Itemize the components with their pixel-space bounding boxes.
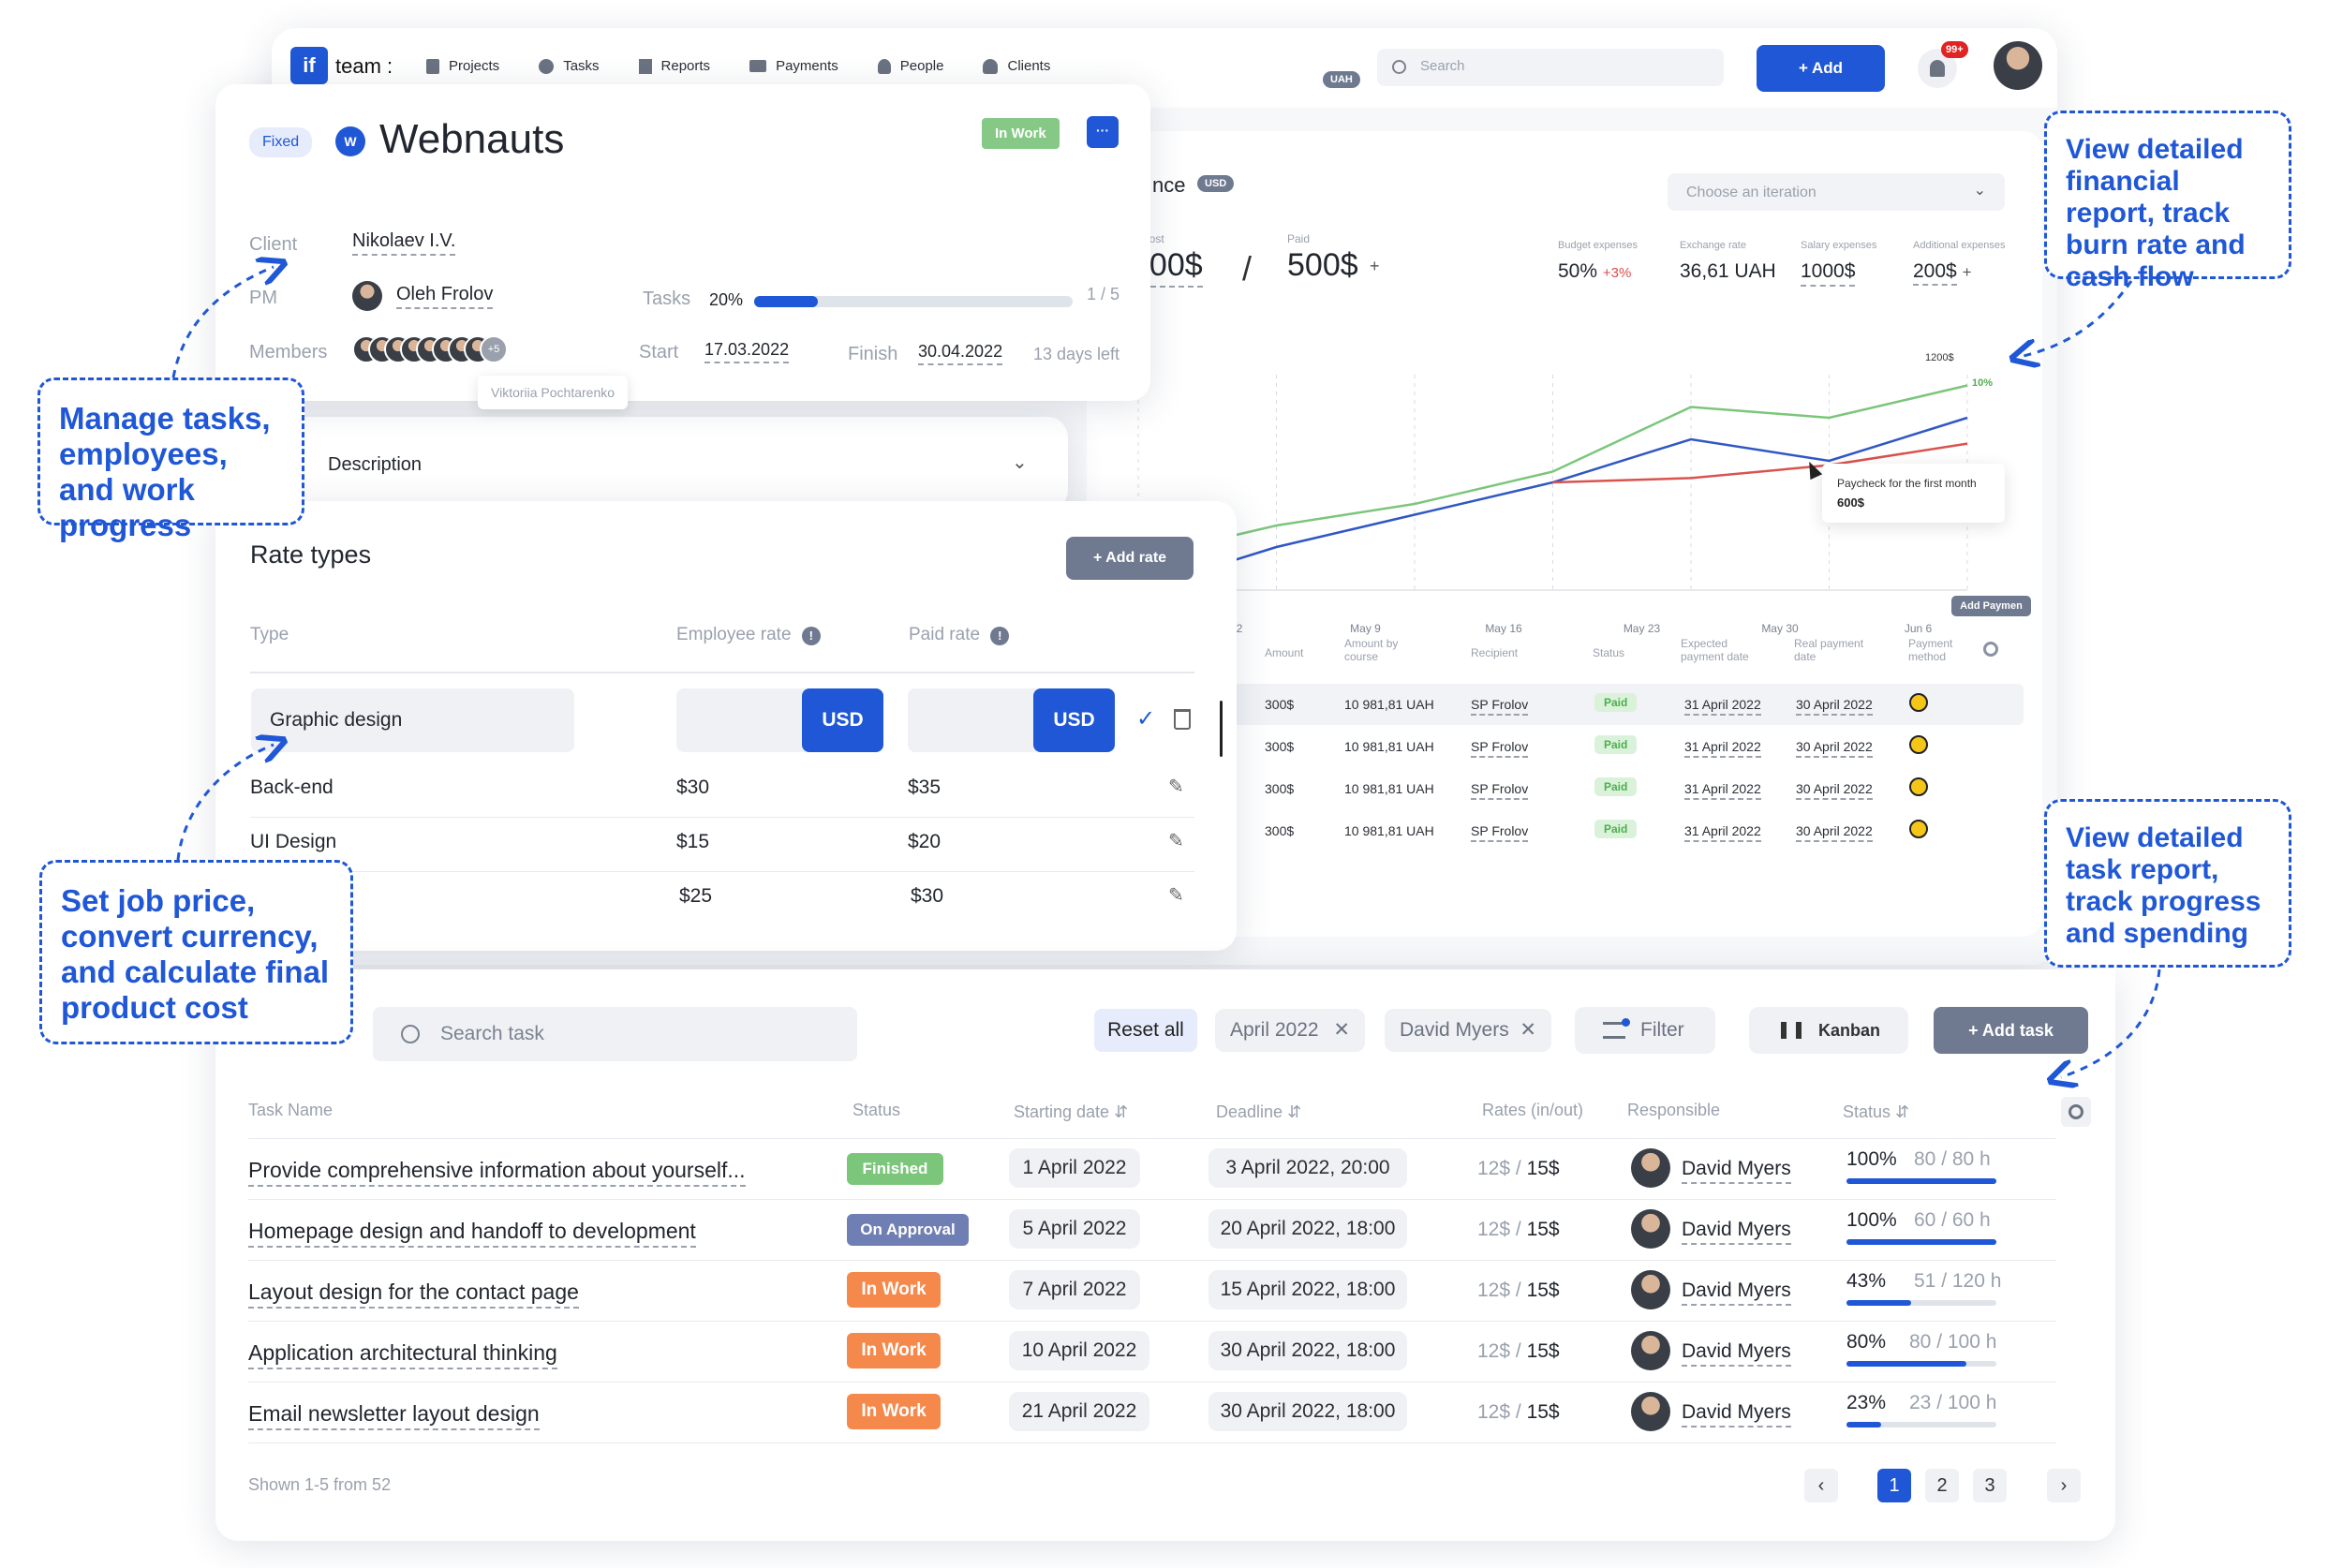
arrow-report — [2061, 969, 2161, 1077]
arrow-finance — [2024, 280, 2133, 356]
arrow-rates — [176, 745, 274, 861]
callout-arrows — [171, 0, 2161, 1568]
arrow-tasks — [171, 267, 274, 378]
